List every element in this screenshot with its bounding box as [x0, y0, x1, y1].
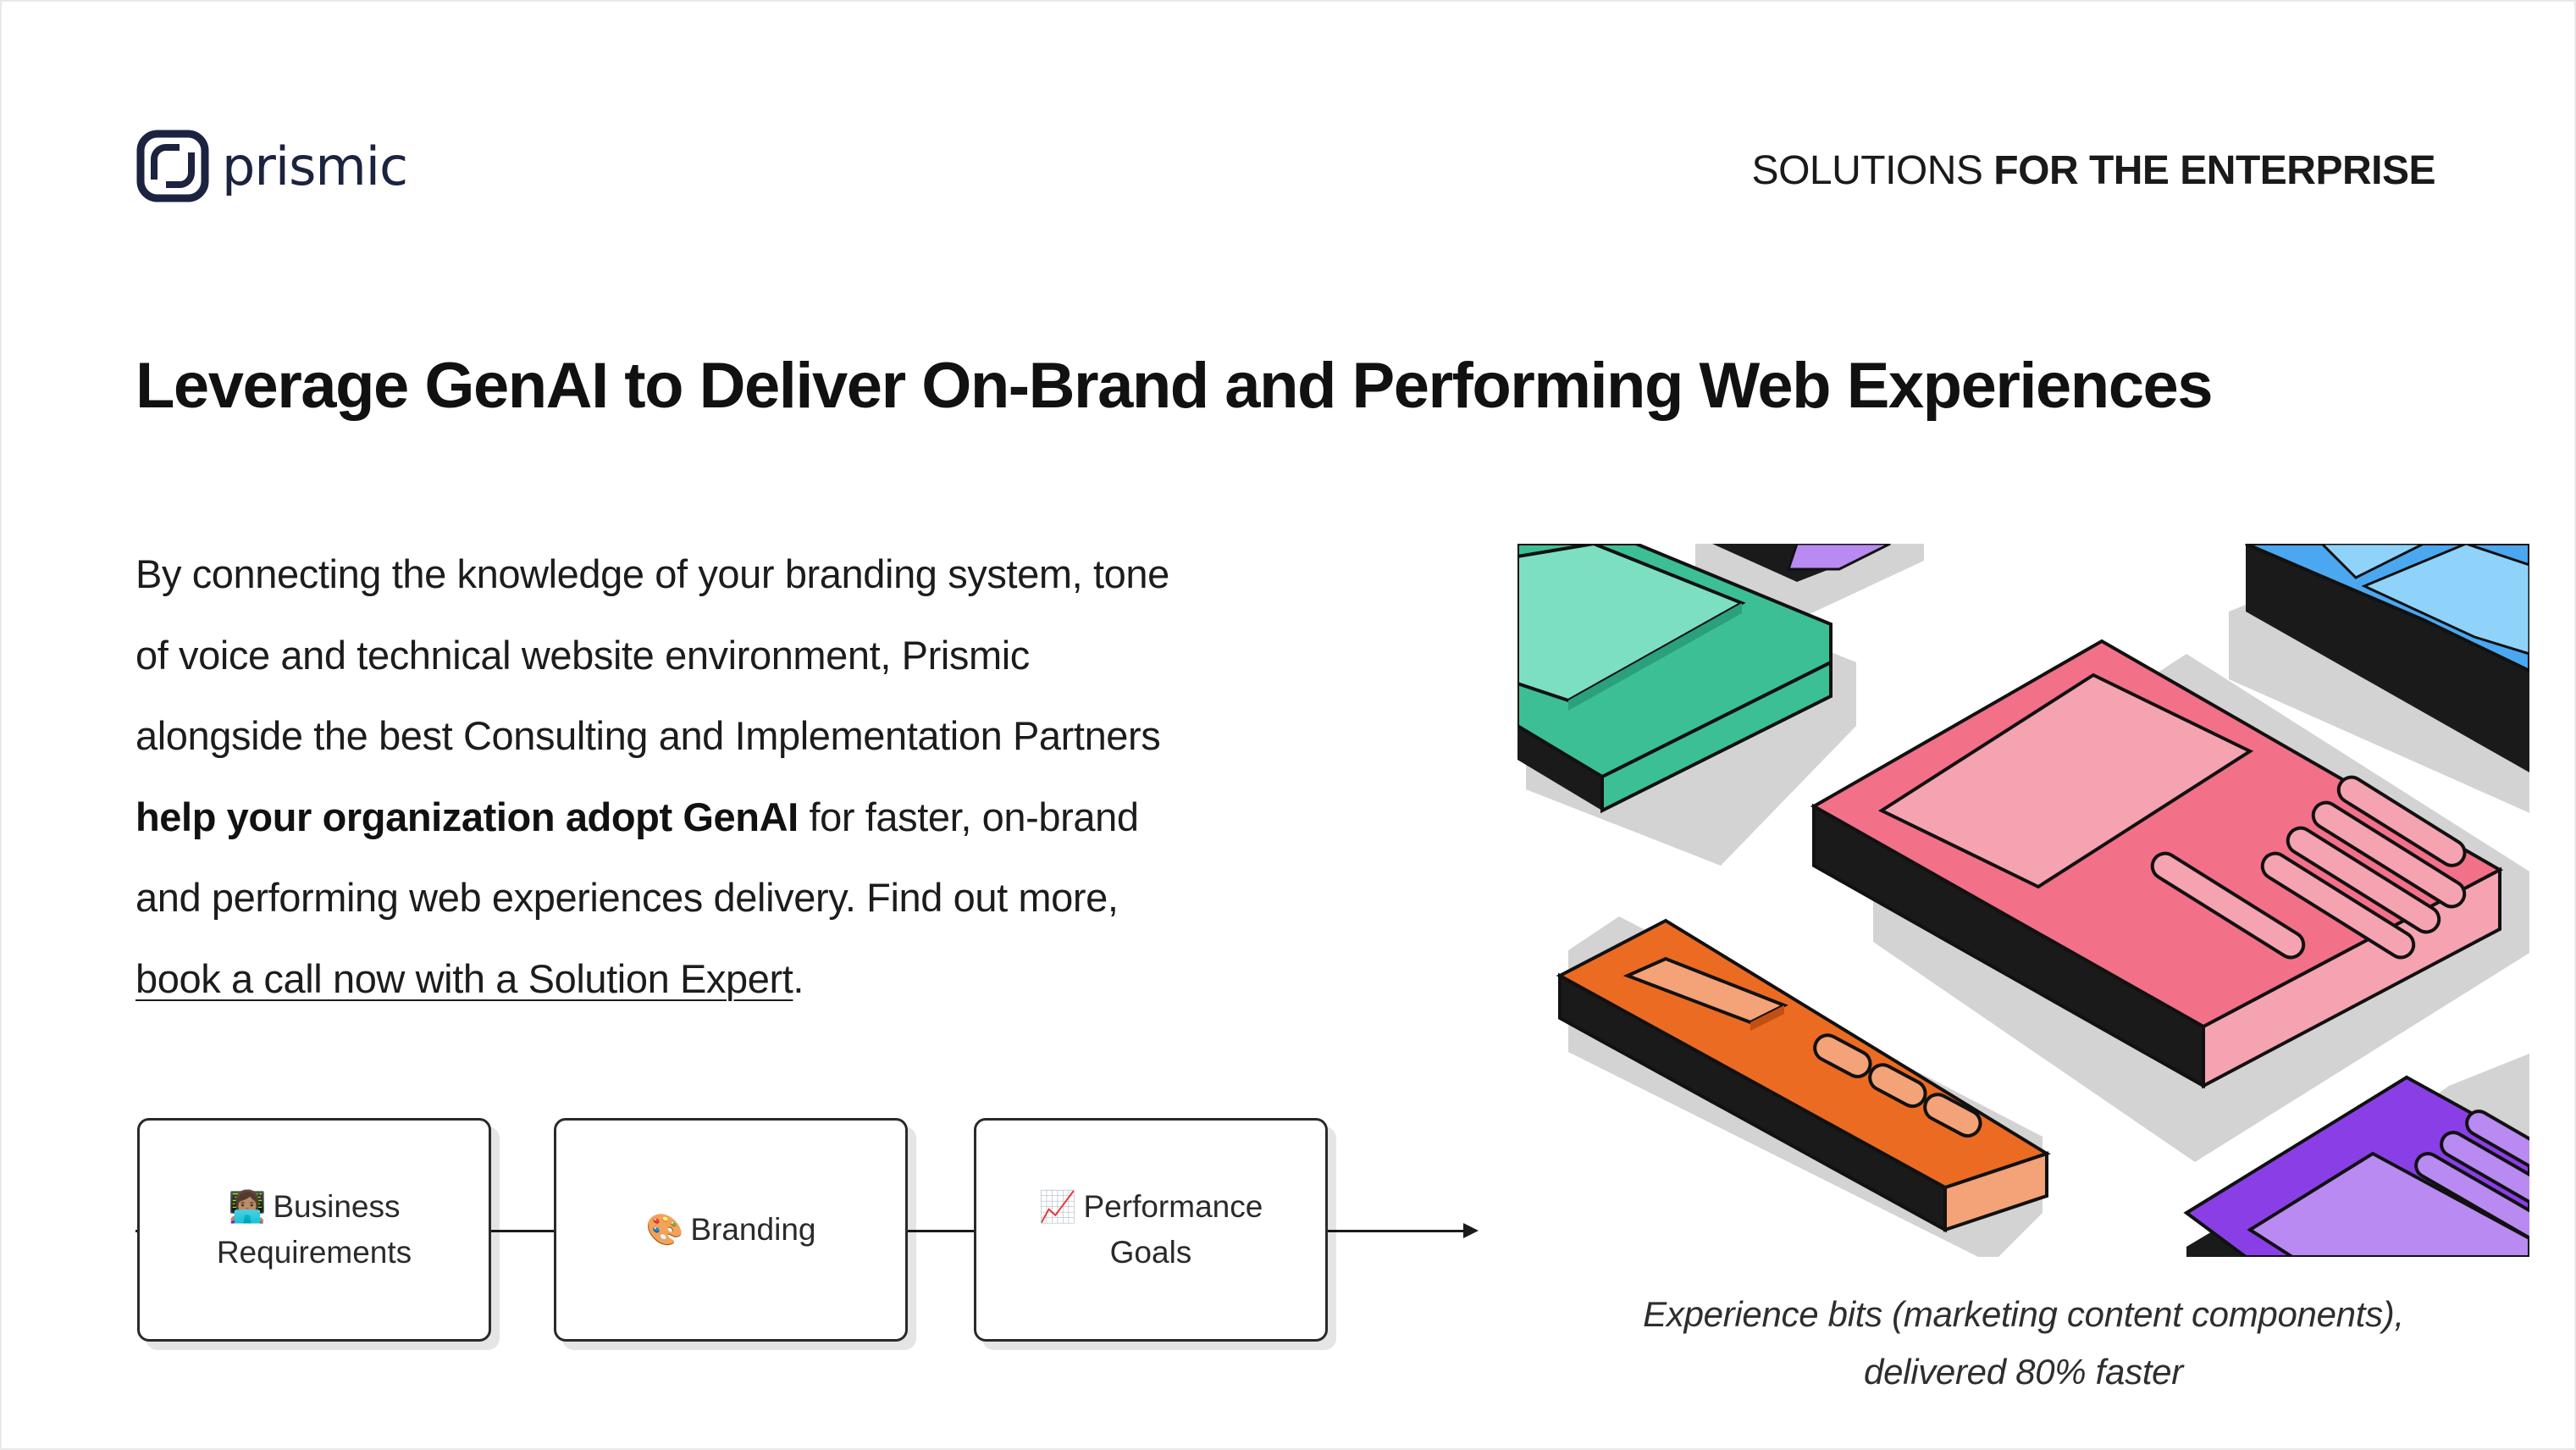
step-2-label: Branding	[690, 1212, 816, 1247]
prismic-logo[interactable]: prismic	[135, 129, 408, 203]
process-flow: 👩🏽‍💻 Business Requirements 🎨 Branding 📈 Per…	[135, 1118, 1482, 1348]
body-text-1: By connecting the knowledge of your bran…	[135, 551, 1169, 758]
isometric-components-illustration	[1517, 544, 2529, 1257]
prismic-logo-icon	[136, 130, 209, 202]
caption-line-2: delivered 80% faster	[1864, 1352, 2183, 1392]
body-emphasis: help your organization adopt GenAI	[135, 794, 799, 839]
book-call-link[interactable]: book a call now with a Solution Expert	[135, 956, 793, 1001]
flow-step-branding: 🎨 Branding	[554, 1118, 908, 1342]
flow-step-performance-goals: 📈 Performance Goals	[974, 1118, 1328, 1342]
flow-step-business-requirements: 👩🏽‍💻 Business Requirements	[137, 1118, 491, 1342]
eyebrow-light: SOLUTIONS	[1751, 148, 1983, 193]
body-paragraph: By connecting the knowledge of your bran…	[135, 534, 1186, 1019]
step-3-line-2: Goals	[1109, 1235, 1192, 1270]
slide: prismic SOLUTIONS FOR THE ENTERPRISE Lev…	[0, 0, 2576, 1450]
chart-increasing-emoji-icon: 📈	[1038, 1189, 1077, 1224]
page-headline: Leverage GenAI to Deliver On-Brand and P…	[135, 350, 2214, 422]
illustration-caption: Experience bits (marketing content compo…	[1517, 1286, 2529, 1401]
solutions-eyebrow: SOLUTIONS FOR THE ENTERPRISE	[1751, 147, 2436, 194]
step-1-line-2: Requirements	[216, 1235, 412, 1270]
step-3-line-1: Performance	[1083, 1189, 1263, 1224]
step-1-line-1: Business	[273, 1189, 401, 1224]
brand-name: prismic	[222, 135, 408, 197]
caption-line-1: Experience bits (marketing content compo…	[1643, 1294, 2404, 1334]
technologist-emoji-icon: 👩🏽‍💻	[228, 1189, 267, 1224]
eyebrow-bold: FOR THE ENTERPRISE	[1993, 148, 2435, 193]
body-end: .	[793, 955, 804, 1001]
palette-emoji-icon: 🎨	[645, 1212, 684, 1247]
flow-arrowhead-icon	[1463, 1223, 1479, 1238]
